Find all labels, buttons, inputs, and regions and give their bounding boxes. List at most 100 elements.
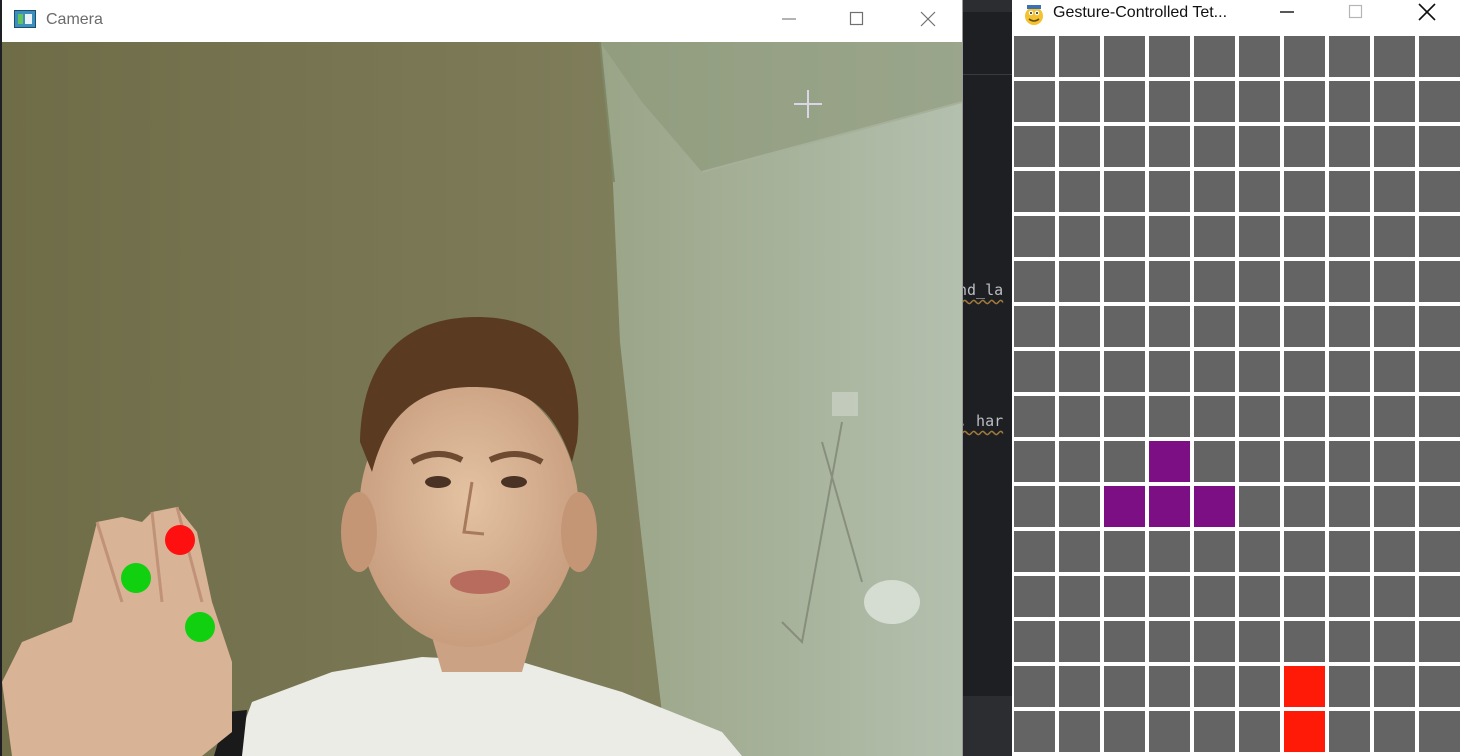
tetris-close-button[interactable] bbox=[1404, 0, 1450, 24]
camera-titlebar[interactable]: Camera bbox=[2, 0, 962, 42]
board-cell bbox=[1374, 81, 1415, 122]
board-cell bbox=[1059, 126, 1100, 167]
board-cell bbox=[1149, 531, 1190, 572]
board-cell bbox=[1374, 576, 1415, 617]
board-cell bbox=[1104, 216, 1145, 257]
tetris-titlebar[interactable]: Gesture-Controlled Tet... bbox=[1012, 0, 1461, 34]
board-cell bbox=[1284, 306, 1325, 347]
board-cell bbox=[1059, 306, 1100, 347]
board-cell bbox=[1239, 396, 1280, 437]
tetris-maximize-button[interactable] bbox=[1333, 0, 1379, 24]
board-cell bbox=[1374, 396, 1415, 437]
board-cell bbox=[1239, 441, 1280, 482]
board-cell bbox=[1149, 36, 1190, 77]
close-icon bbox=[1418, 3, 1436, 21]
active-piece-cell bbox=[1149, 441, 1190, 482]
board-cell bbox=[1149, 216, 1190, 257]
board-cell bbox=[1194, 666, 1235, 707]
board-cell bbox=[1059, 486, 1100, 527]
board-cell bbox=[1239, 486, 1280, 527]
board-cell bbox=[1104, 261, 1145, 302]
board-cell bbox=[1374, 216, 1415, 257]
board-cell bbox=[1239, 306, 1280, 347]
active-piece-cell bbox=[1104, 486, 1145, 527]
tetris-window[interactable]: Gesture-Controlled Tet... bbox=[1012, 0, 1461, 756]
board-cell bbox=[1329, 531, 1370, 572]
board-cell bbox=[1059, 531, 1100, 572]
board-cell bbox=[1149, 666, 1190, 707]
board-cell bbox=[1329, 261, 1370, 302]
board-cell bbox=[1149, 396, 1190, 437]
board-cell bbox=[1014, 81, 1055, 122]
board-cell bbox=[1149, 711, 1190, 752]
code-fragment-1: nd_la bbox=[962, 281, 1004, 299]
board-cell bbox=[1284, 531, 1325, 572]
placed-block-cell bbox=[1284, 711, 1325, 752]
board-cell bbox=[1419, 81, 1460, 122]
board-cell bbox=[1059, 711, 1100, 752]
board-cell bbox=[1104, 711, 1145, 752]
board-cell bbox=[1104, 36, 1145, 77]
board-cell bbox=[1104, 351, 1145, 392]
board-cell bbox=[1104, 126, 1145, 167]
board-cell bbox=[1104, 576, 1145, 617]
board-cell bbox=[1284, 396, 1325, 437]
board-cell bbox=[1374, 351, 1415, 392]
board-cell bbox=[1104, 171, 1145, 212]
board-cell bbox=[1014, 531, 1055, 572]
board-cell bbox=[1239, 261, 1280, 302]
board-cell bbox=[1284, 126, 1325, 167]
board-cell bbox=[1014, 711, 1055, 752]
board-cell bbox=[1329, 216, 1370, 257]
board-cell bbox=[1329, 81, 1370, 122]
tetris-minimize-button[interactable] bbox=[1264, 0, 1310, 24]
board-cell bbox=[1329, 711, 1370, 752]
board-cell bbox=[1149, 621, 1190, 662]
board-cell bbox=[1014, 36, 1055, 77]
board-cell bbox=[1014, 216, 1055, 257]
board-cell bbox=[1059, 396, 1100, 437]
close-icon bbox=[920, 11, 936, 27]
board-cell bbox=[1284, 36, 1325, 77]
board-cell bbox=[1374, 306, 1415, 347]
board-cell bbox=[1374, 486, 1415, 527]
board-cell bbox=[1059, 216, 1100, 257]
board-cell bbox=[1104, 441, 1145, 482]
board-cell bbox=[1419, 621, 1460, 662]
board-cell bbox=[1419, 576, 1460, 617]
board-cell bbox=[1329, 36, 1370, 77]
board-cell bbox=[1149, 126, 1190, 167]
board-cell bbox=[1149, 576, 1190, 617]
board-cell bbox=[1329, 486, 1370, 527]
board-cell bbox=[1239, 711, 1280, 752]
board-cell bbox=[1239, 576, 1280, 617]
board-cell bbox=[1194, 441, 1235, 482]
board-cell bbox=[1059, 81, 1100, 122]
board-cell bbox=[1419, 126, 1460, 167]
board-cell bbox=[1329, 621, 1370, 662]
board-cell bbox=[1104, 396, 1145, 437]
board-cell bbox=[1104, 531, 1145, 572]
minimize-button[interactable] bbox=[766, 0, 812, 38]
board-cell bbox=[1374, 261, 1415, 302]
maximize-button[interactable] bbox=[834, 0, 880, 38]
close-button[interactable] bbox=[905, 0, 951, 38]
board-cell bbox=[1149, 81, 1190, 122]
board-cell bbox=[1239, 216, 1280, 257]
board-cell bbox=[1014, 621, 1055, 662]
active-piece-cell bbox=[1149, 486, 1190, 527]
tetris-board[interactable] bbox=[1012, 34, 1461, 756]
board-cell bbox=[1419, 261, 1460, 302]
camera-window[interactable]: Camera bbox=[2, 0, 963, 756]
board-cell bbox=[1014, 351, 1055, 392]
board-cell bbox=[1014, 666, 1055, 707]
board-cell bbox=[1194, 576, 1235, 617]
board-cell bbox=[1329, 441, 1370, 482]
board-cell bbox=[1239, 351, 1280, 392]
board-cell bbox=[1014, 126, 1055, 167]
board-cell bbox=[1149, 171, 1190, 212]
board-cell bbox=[1104, 81, 1145, 122]
minimize-icon bbox=[1280, 11, 1294, 13]
board-cell bbox=[1149, 261, 1190, 302]
board-cell bbox=[1284, 441, 1325, 482]
